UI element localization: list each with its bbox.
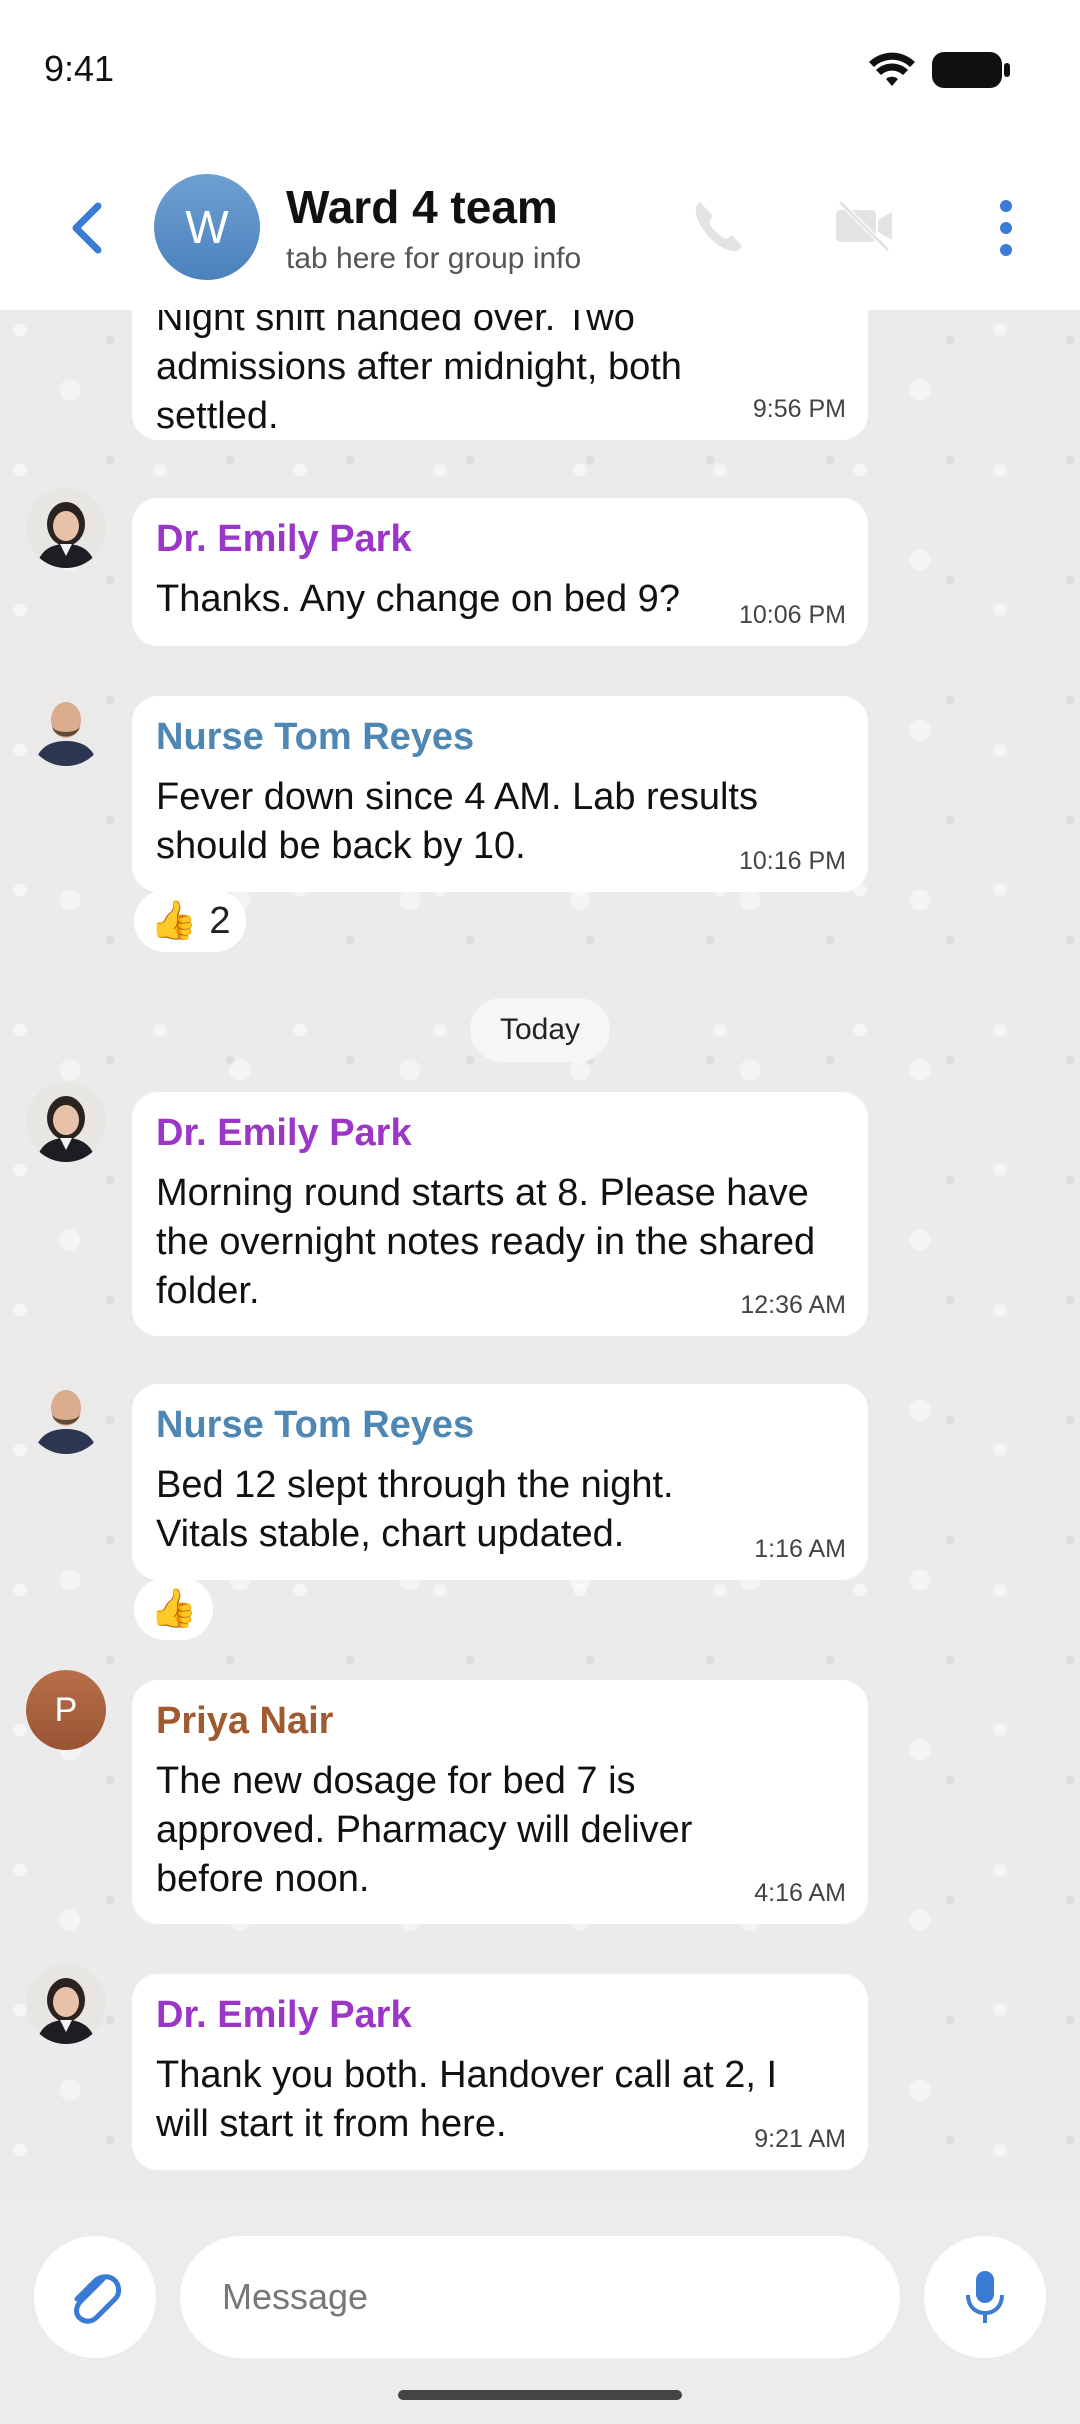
message-text: Night shift handed over. Two admissions … xyxy=(156,310,682,437)
avatar-tom-reyes[interactable] xyxy=(26,686,106,766)
message-bubble[interactable]: Dr. Emily Park Thank you both. Handover … xyxy=(132,1974,868,2170)
phone-icon[interactable] xyxy=(690,196,746,256)
sender-name: Nurse Tom Reyes xyxy=(156,1404,475,1446)
microphone-icon xyxy=(966,2271,1004,2323)
message-time: 12:36 AM xyxy=(740,1291,846,1319)
message-time: 10:06 PM xyxy=(738,601,846,629)
message-time: 1:16 AM xyxy=(754,1535,846,1563)
message-bubble[interactable]: Dr. Emily Park Morning round starts at 8… xyxy=(132,1092,868,1336)
avatar-tom-reyes[interactable] xyxy=(26,1374,106,1454)
date-divider: Today xyxy=(470,998,610,1062)
wifi-icon xyxy=(869,52,915,86)
reaction-badge[interactable]: 👍 2 xyxy=(134,890,247,952)
reaction-badge[interactable]: 👍 xyxy=(134,1578,214,1640)
avatar-emily-park[interactable] xyxy=(26,488,106,568)
home-indicator xyxy=(398,2390,682,2400)
chat-title[interactable]: Ward 4 team xyxy=(286,180,558,234)
message-text: The new dosage for bed 7 is approved. Ph… xyxy=(156,1760,693,1900)
message-text: Fever down since 4 AM. Lab results shoul… xyxy=(156,776,758,867)
sender-name: Nurse Tom Reyes xyxy=(156,716,475,758)
chat-area[interactable]: Night shift handed over. Two admissions … xyxy=(0,310,1080,2200)
message-composer xyxy=(0,2200,1080,2424)
video-off-icon[interactable] xyxy=(834,196,894,256)
message-bubble[interactable]: Priya Nair The new dosage for bed 7 is a… xyxy=(132,1680,868,1924)
message-text: Bed 12 slept through the night. Vitals s… xyxy=(156,1464,674,1555)
chat-header[interactable]: W Ward 4 team tab here for group info xyxy=(0,150,1080,310)
reaction-count: 2 xyxy=(209,899,231,942)
status-bar: 9:41 xyxy=(0,0,1080,150)
message-bubble[interactable]: Night shift handed over. Two admissions … xyxy=(132,310,868,440)
message-time: 10:16 PM xyxy=(738,847,846,875)
status-time: 9:41 xyxy=(44,48,115,89)
sender-name: Dr. Emily Park xyxy=(156,518,412,560)
more-options-icon[interactable] xyxy=(994,196,1018,260)
attach-button[interactable] xyxy=(34,2236,156,2358)
paperclip-icon xyxy=(74,2274,122,2324)
thumbs-up-icon: 👍 xyxy=(150,900,198,942)
avatar-emily-park[interactable] xyxy=(26,1082,106,1162)
message-bubble[interactable]: Nurse Tom Reyes Fever down since 4 AM. L… xyxy=(132,696,868,892)
message-bubble[interactable]: Nurse Tom Reyes Bed 12 slept through the… xyxy=(132,1384,868,1580)
sender-name: Dr. Emily Park xyxy=(156,1112,412,1154)
chat-subtitle[interactable]: tab here for group info xyxy=(286,242,581,276)
thumbs-up-icon: 👍 xyxy=(150,1588,198,1630)
back-arrow-icon[interactable] xyxy=(60,198,116,258)
sender-name: Dr. Emily Park xyxy=(156,1994,412,2036)
message-bubble[interactable]: Dr. Emily Park Thanks. Any change on bed… xyxy=(132,498,868,646)
avatar-priya-nair[interactable]: P xyxy=(26,1670,106,1750)
message-input[interactable] xyxy=(180,2236,900,2358)
message-time: 9:21 AM xyxy=(754,2125,846,2153)
message-time: 4:16 AM xyxy=(754,1879,846,1907)
message-time: 9:56 PM xyxy=(752,395,846,423)
sender-name: Priya Nair xyxy=(156,1700,334,1742)
group-avatar[interactable]: W xyxy=(154,174,260,280)
message-text: Thank you both. Handover call at 2, I wi… xyxy=(156,2054,778,2145)
avatar-emily-park[interactable] xyxy=(26,1964,106,2044)
voice-record-button[interactable] xyxy=(924,2236,1046,2358)
battery-icon xyxy=(932,52,1010,88)
